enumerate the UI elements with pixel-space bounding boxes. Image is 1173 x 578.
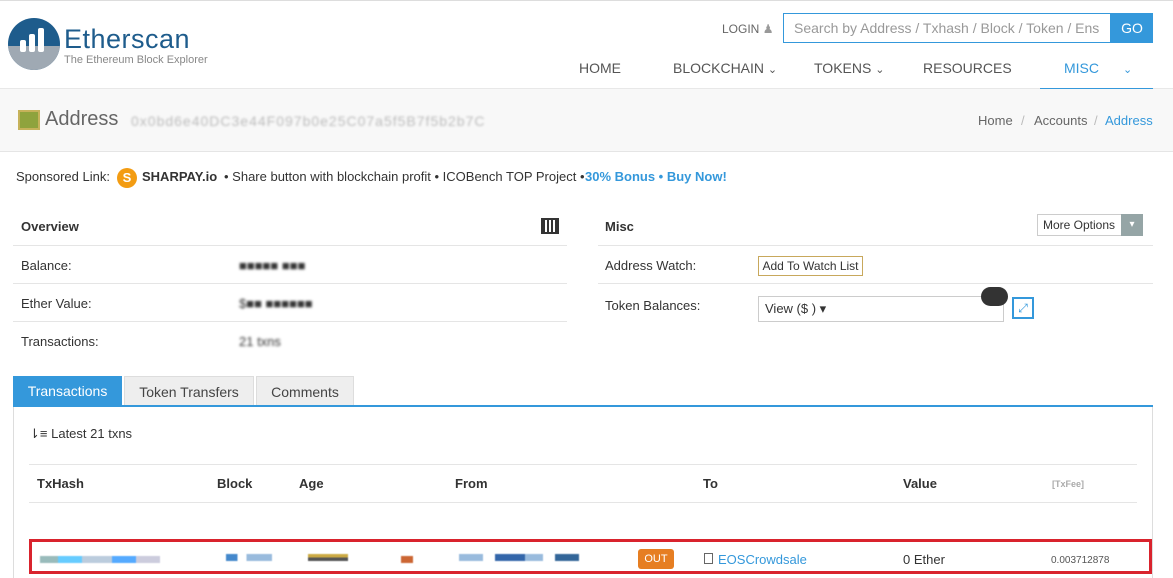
breadcrumb-separator: / [1021,113,1025,128]
chevron-down-icon: ⌄ [875,64,885,76]
latest-txns-summary: ⇂≡ Latest 21 txns [29,426,133,441]
block-link[interactable] [226,554,272,561]
nav-misc[interactable]: MISC ⌄ [1064,60,1132,76]
nav-home[interactable]: HOME [579,60,621,76]
address-watch-label: Address Watch: [605,258,697,273]
address-identicon-icon [18,110,40,130]
col-to: To [703,476,718,491]
tab-transactions[interactable]: Transactions [13,376,122,406]
table-row[interactable] [29,539,1152,574]
divider [29,464,1137,465]
overview-title: Overview [21,219,79,234]
transactions-count: 21 txns [239,334,281,349]
col-value: Value [903,476,937,491]
search-go-button[interactable]: GO [1111,13,1153,43]
page-title: Address [45,108,119,130]
divider [13,283,567,284]
col-txhash: TxHash [37,476,84,491]
breadcrumb-accounts[interactable]: Accounts [1034,113,1087,128]
divider [598,283,1153,284]
top-border [0,0,1173,1]
chevron-down-icon[interactable]: ▾ [1121,214,1143,236]
tab-comments[interactable]: Comments [256,376,354,406]
balance-value: ■■■■■ ■■■ [239,258,306,273]
tab-token-transfers[interactable]: Token Transfers [124,376,254,406]
search-input[interactable]: Search by Address / Txhash / Block / Tok… [783,13,1111,43]
chevron-down-icon: ⌄ [1123,64,1133,76]
sponsored-label: Sponsored Link: [16,169,110,184]
txfee-cell: 0.003712878 [1051,555,1110,566]
address-hash[interactable]: 0x0bd6e40DC3e44F097b0e25C07a5f5B7f5b2b7C [131,113,485,129]
brand-name[interactable]: Etherscan [64,24,190,55]
ether-value: $■■ ■■■■■■ [239,296,313,311]
sponsor-description: • Share button with blockchain profit • … [224,169,585,184]
txhash-link[interactable] [40,556,160,563]
col-from: From [455,476,488,491]
token-balances-label: Token Balances: [605,298,701,313]
ether-value-label: Ether Value: [21,296,92,311]
misc-title: Misc [605,219,634,234]
token-balance-select[interactable]: View ($ ) ▾ [758,296,1004,322]
contract-icon [704,553,713,564]
sharpay-logo-icon: S [117,168,137,188]
breadcrumb-address: Address [1105,113,1153,128]
value-cell: 0 Ether [903,552,945,567]
from-link[interactable] [459,554,579,561]
breadcrumb-home[interactable]: Home [978,113,1013,128]
token-count-badge [981,287,1008,306]
user-icon: ♟ [762,22,774,36]
to-link[interactable]: EOSCrowdsale [718,552,807,567]
balance-label: Balance: [21,258,72,273]
sponsor-cta-link[interactable]: 30% Bonus • Buy Now! [585,169,727,184]
nav-resources[interactable]: RESOURCES [923,60,1012,76]
expand-icon[interactable]: ⤢ [1012,297,1034,319]
col-block: Block [217,476,253,491]
qr-code-icon[interactable] [541,218,559,234]
age-value [401,556,413,563]
add-to-watch-list-button[interactable]: Add To Watch List [758,256,863,276]
divider [13,245,567,246]
sort-icon: ⇂≡ [29,426,48,441]
brand-tagline: The Ethereum Block Explorer [64,54,208,66]
chevron-down-icon: ⌄ [767,64,778,76]
age-value [308,554,348,561]
sponsor-name[interactable]: SHARPAY.io [142,169,217,184]
divider [13,321,567,322]
etherscan-logo-icon[interactable] [8,18,60,70]
direction-badge: OUT [638,549,674,569]
col-age: Age [299,476,324,491]
login-link[interactable]: LOGIN ♟ [722,22,773,36]
col-txfee[interactable]: [TxFee] [1052,479,1084,489]
breadcrumb-separator: / [1094,113,1098,128]
divider [598,245,1153,246]
divider [29,502,1137,503]
transactions-label: Transactions: [21,334,99,349]
nav-blockchain[interactable]: BLOCKCHAIN ⌄ [673,60,777,76]
nav-tokens[interactable]: TOKENS ⌄ [814,60,884,76]
